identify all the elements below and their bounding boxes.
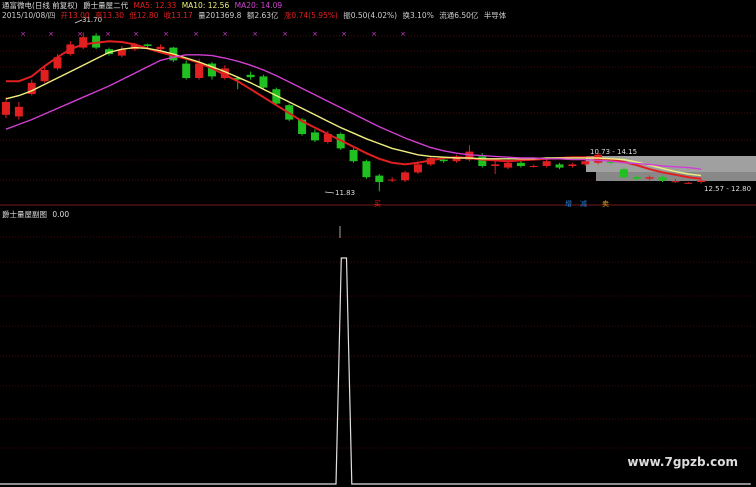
cycle-marker: × (222, 30, 228, 38)
cycle-marker: × (400, 30, 406, 38)
ma10-label: MA10: 12.56 (181, 1, 230, 10)
quote-close: 收13.17 (163, 11, 193, 20)
candle-body (413, 164, 422, 173)
chart-canvas: 31.7011.8310.73 - 14.1512.57 - 12.80买增减卖… (0, 16, 756, 485)
candle-body (619, 169, 628, 178)
candle-body (2, 102, 10, 115)
low-pointer (324, 191, 335, 194)
candle-body (478, 156, 487, 166)
quote-float-cap: 流通6.50亿 (439, 11, 479, 20)
candle-body (40, 70, 49, 82)
sub-header: 爵士量屋副图 0.00 (2, 209, 72, 220)
watermark: www.7gpzb.com (627, 455, 738, 469)
cycle-marker: × (163, 30, 169, 38)
low-price-label: 11.83 (335, 189, 355, 197)
candle-body (542, 161, 551, 166)
candle-body (388, 179, 397, 181)
quote-low: 低12.80 (129, 11, 159, 20)
candle-body (658, 177, 667, 181)
candle-body (504, 162, 513, 168)
quote-sector: 半导体 (483, 11, 507, 20)
candle-body (401, 172, 410, 181)
candle-body (568, 164, 577, 166)
signal-marker: 减 (580, 199, 587, 208)
candle-body (516, 162, 525, 166)
cycle-marker: × (341, 30, 347, 38)
box-upper-label: 10.73 - 14.15 (590, 148, 637, 156)
candle-body (362, 161, 371, 178)
cycle-marker: × (105, 30, 111, 38)
candle-body (143, 44, 152, 46)
quote-amplitude: 振0.50(4.02%) (343, 11, 398, 20)
quote-volume: 量201369.8 (198, 11, 242, 20)
candle-body (581, 161, 590, 165)
cycle-marker: × (193, 30, 199, 38)
ma20-label: MA20: 14.09 (234, 1, 283, 10)
candle-body (439, 159, 448, 162)
header-line2: 2015/10/08/四 开13.00 高13.30 低12.80 收13.17… (2, 10, 509, 21)
candle-body (529, 166, 538, 167)
quote-high: 高13.30 (95, 11, 125, 20)
candle-body (491, 164, 500, 166)
indicator-name: 爵士量屋二代 (83, 1, 129, 10)
sub-indicator-line (0, 257, 751, 485)
quote-date: 2015/10/08/四 (2, 11, 56, 20)
candle-body (632, 177, 641, 179)
candle-body (195, 63, 204, 78)
candle-body (684, 182, 693, 184)
cycle-marker: × (77, 30, 83, 38)
cycle-marker: × (312, 30, 318, 38)
stock-title: 通富微电(日线 前复权) (2, 1, 78, 10)
sub-title: 爵士量屋副图 (2, 210, 47, 219)
ma5-label: MA5: 12.33 (133, 1, 177, 10)
sub-value: 0.00 (52, 210, 70, 219)
candle-body (156, 46, 165, 50)
candle-body (14, 106, 23, 117)
box-lower-label: 12.57 - 12.80 (704, 185, 751, 193)
candle-body (375, 175, 384, 182)
cycle-marker: × (133, 30, 139, 38)
candle-body (349, 150, 358, 162)
cycle-marker: × (20, 30, 26, 38)
candle-body (697, 180, 706, 182)
signal-marker: 卖 (602, 200, 609, 208)
candle-body (671, 181, 680, 183)
cycle-marker: × (282, 30, 288, 38)
candle-body (310, 132, 319, 141)
signal-marker: 增 (565, 199, 572, 208)
candle-body (645, 177, 654, 179)
quote-open: 开13.00 (60, 11, 90, 20)
cycle-marker: × (371, 30, 377, 38)
cycle-marker: × (48, 30, 54, 38)
cycle-marker: × (252, 30, 258, 38)
signal-marker: 买 (374, 200, 381, 208)
candle-body (259, 76, 268, 88)
candle-body (246, 74, 255, 78)
candle-body (182, 63, 191, 78)
candle-body (555, 164, 564, 168)
quote-turnover: 换3.10% (402, 11, 434, 20)
quote-change: 涨0.74(5.95%) (283, 11, 338, 20)
quote-amount: 额2.63亿 (246, 11, 279, 20)
